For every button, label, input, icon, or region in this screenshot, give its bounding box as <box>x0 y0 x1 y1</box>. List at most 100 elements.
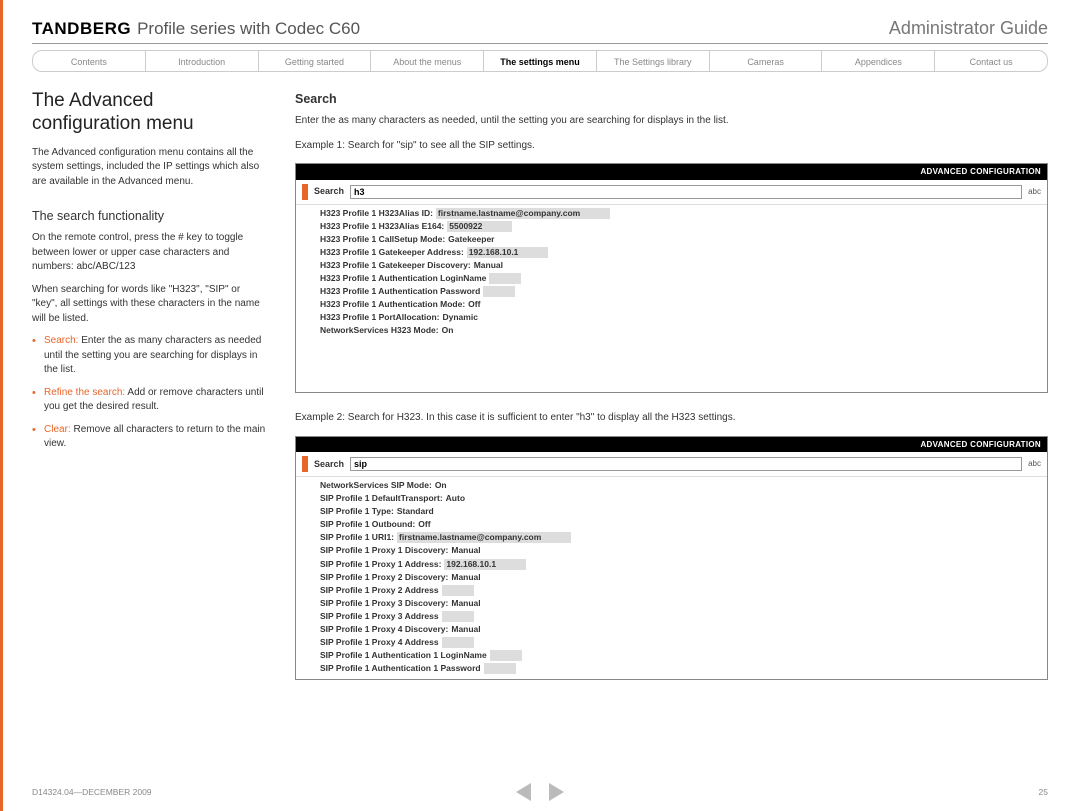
row-label: SIP Profile 1 Authentication 1 LoginName <box>320 650 487 661</box>
results-list-1: H323 Profile 1 H323Alias ID:firstname.la… <box>296 205 1047 345</box>
result-row: SIP Profile 1 Type:Standard <box>296 505 1047 518</box>
row-label: H323 Profile 1 CallSetup Mode: <box>320 234 445 245</box>
ss-search-row: Search abc <box>296 180 1047 205</box>
result-row: H323 Profile 1 Gatekeeper Address:192.16… <box>296 246 1047 259</box>
orange-indicator-icon <box>302 184 308 200</box>
row-value <box>484 663 516 674</box>
bullet-item: Clear: Remove all characters to return t… <box>32 423 267 452</box>
result-row: SIP Profile 1 Proxy 2 Address <box>296 584 1047 597</box>
prev-page-icon[interactable] <box>516 783 531 801</box>
nav-item[interactable]: Appendices <box>822 51 935 71</box>
row-label: SIP Profile 1 Type: <box>320 506 394 517</box>
next-page-icon[interactable] <box>549 783 564 801</box>
row-label: SIP Profile 1 Proxy 1 Address: <box>320 559 441 570</box>
row-value: Manual <box>474 260 503 271</box>
row-value: 5500922 <box>447 221 512 232</box>
row-value: firstname.lastname@company.com <box>436 208 610 219</box>
result-row: H323 Profile 1 Authentication Password <box>296 285 1047 298</box>
row-label: H323 Profile 1 Authentication Password <box>320 286 480 297</box>
row-label: H323 Profile 1 H323Alias E164: <box>320 221 444 232</box>
row-label: H323 Profile 1 PortAllocation: <box>320 312 440 323</box>
result-row: SIP Profile 1 Proxy 4 Address <box>296 636 1047 649</box>
result-row: H323 Profile 1 PortAllocation:Dynamic <box>296 311 1047 324</box>
result-row: SIP Profile 1 Proxy 4 Discovery:Manual <box>296 623 1047 636</box>
row-label: H323 Profile 1 Gatekeeper Discovery: <box>320 260 471 271</box>
search-input-h3[interactable] <box>350 185 1022 199</box>
row-label: SIP Profile 1 Proxy 3 Address <box>320 611 439 622</box>
right-column: Search Enter the as many characters as n… <box>295 90 1048 698</box>
header: TANDBERG Profile series with Codec C60 A… <box>32 18 1048 44</box>
row-label: NetworkServices H323 Mode: <box>320 325 439 336</box>
result-row: H323 Profile 1 H323Alias E164:5500922 <box>296 220 1047 233</box>
search-input-sip[interactable] <box>350 457 1022 471</box>
result-row: SIP Profile 1 Authentication 1 LoginName <box>296 649 1047 662</box>
row-label: SIP Profile 1 Proxy 2 Address <box>320 585 439 596</box>
ss-titlebar: ADVANCED CONFIGURATION <box>296 437 1047 453</box>
result-row: SIP Profile 1 Proxy 1 Address:192.168.10… <box>296 558 1047 571</box>
row-value <box>489 273 521 284</box>
row-label: SIP Profile 1 Proxy 4 Address <box>320 637 439 648</box>
result-row: H323 Profile 1 Gatekeeper Discovery:Manu… <box>296 259 1047 272</box>
row-value: Manual <box>451 624 480 635</box>
left-column: The Advanced configuration menu The Adva… <box>32 90 267 698</box>
page-nav <box>516 783 564 801</box>
row-value: Standard <box>397 506 434 517</box>
results-list-2: NetworkServices SIP Mode:OnSIP Profile 1… <box>296 477 1047 679</box>
search-intro: Enter the as many characters as needed, … <box>295 114 1048 129</box>
brand-logo: TANDBERG <box>32 19 131 39</box>
nav-item[interactable]: Cameras <box>710 51 823 71</box>
section-heading: The search functionality <box>32 207 267 225</box>
row-label: SIP Profile 1 DefaultTransport: <box>320 493 443 504</box>
row-label: SIP Profile 1 Proxy 3 Discovery: <box>320 598 448 609</box>
top-nav: ContentsIntroductionGetting startedAbout… <box>32 50 1048 72</box>
row-label: H323 Profile 1 Authentication LoginName <box>320 273 486 284</box>
row-value: 192.168.10.1 <box>467 247 549 258</box>
example2-caption: Example 2: Search for H323. In this case… <box>295 411 1048 426</box>
nav-item[interactable]: The settings menu <box>484 51 597 71</box>
bullet-item: Refine the search: Add or remove charact… <box>32 386 267 415</box>
result-row: SIP Profile 1 URI1:firstname.lastname@co… <box>296 531 1047 544</box>
result-row: NetworkServices SIP Mode:On <box>296 479 1047 492</box>
ss-titlebar: ADVANCED CONFIGURATION <box>296 164 1047 180</box>
row-value <box>483 286 515 297</box>
result-row: SIP Profile 1 Proxy 3 Address <box>296 610 1047 623</box>
nav-item[interactable]: Contact us <box>935 51 1047 71</box>
ss-search-row: Search abc <box>296 452 1047 477</box>
nav-item[interactable]: About the menus <box>371 51 484 71</box>
row-value: On <box>435 480 447 491</box>
row-value <box>442 611 474 622</box>
result-row: H323 Profile 1 Authentication LoginName <box>296 272 1047 285</box>
result-row: SIP Profile 1 Authentication 1 Password <box>296 662 1047 675</box>
row-label: SIP Profile 1 URI1: <box>320 532 394 543</box>
row-label: NetworkServices SIP Mode: <box>320 480 432 491</box>
nav-item[interactable]: Introduction <box>146 51 259 71</box>
search-heading: Search <box>295 90 1048 108</box>
footer: D14324.04—DECEMBER 2009 25 <box>32 787 1048 797</box>
nav-item[interactable]: Contents <box>33 51 146 71</box>
row-value: firstname.lastname@company.com <box>397 532 571 543</box>
bullet-term: Search: <box>44 335 78 346</box>
page-title: The Advanced configuration menu <box>32 90 267 136</box>
row-label: H323 Profile 1 H323Alias ID: <box>320 208 433 219</box>
result-row: SIP Profile 1 Proxy 2 Discovery:Manual <box>296 571 1047 584</box>
row-label: SIP Profile 1 Proxy 4 Discovery: <box>320 624 448 635</box>
row-value: Gatekeeper <box>448 234 494 245</box>
row-value <box>490 650 522 661</box>
nav-item[interactable]: The Settings library <box>597 51 710 71</box>
para-search-words: When searching for words like "H323", "S… <box>32 283 267 327</box>
row-value: Manual <box>451 572 480 583</box>
bullet-term: Clear: <box>44 424 71 435</box>
row-label: H323 Profile 1 Authentication Mode: <box>320 299 465 310</box>
screenshot-example1: ADVANCED CONFIGURATION Search abc H323 P… <box>295 163 1048 393</box>
bullet-item: Search: Enter the as many characters as … <box>32 334 267 378</box>
orange-indicator-icon <box>302 456 308 472</box>
intro-text: The Advanced configuration menu contains… <box>32 146 267 190</box>
row-value: Manual <box>451 545 480 556</box>
row-value <box>442 585 474 596</box>
para-remote: On the remote control, press the # key t… <box>32 231 267 275</box>
row-value: Auto <box>446 493 465 504</box>
doc-id: D14324.04—DECEMBER 2009 <box>32 787 152 797</box>
nav-item[interactable]: Getting started <box>259 51 372 71</box>
result-row: H323 Profile 1 CallSetup Mode:Gatekeeper <box>296 233 1047 246</box>
search-label: Search <box>314 185 344 198</box>
